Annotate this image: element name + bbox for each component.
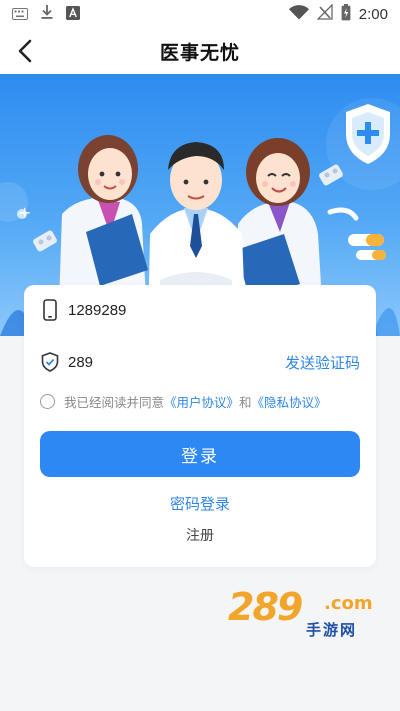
back-button[interactable] <box>8 34 42 68</box>
watermark-main: 289 <box>228 585 303 629</box>
agreement-row: 我已经阅读并同意《用户协议》和《隐私协议》 <box>40 391 360 411</box>
status-time: 2:00 <box>358 5 388 23</box>
battery-charging-icon <box>341 3 351 25</box>
agreement-text: 我已经阅读并同意《用户协议》和《隐私协议》 <box>64 392 327 411</box>
chevron-left-icon <box>18 39 32 63</box>
user-agreement-link[interactable]: 《用户协议》 <box>164 395 239 410</box>
agreement-radio[interactable] <box>40 393 55 409</box>
svg-text:+: + <box>18 203 31 222</box>
watermark-domain: .com <box>324 593 373 614</box>
status-right-icons: 2:00 <box>288 3 388 25</box>
send-code-button[interactable]: 发送验证码 <box>285 352 360 373</box>
agreement-prefix: 我已经阅读并同意 <box>64 394 165 410</box>
code-field-row: 发送验证码 <box>40 349 360 375</box>
no-signal-icon <box>316 3 333 24</box>
login-button[interactable]: 登录 <box>40 431 360 477</box>
capsule-icon <box>327 207 386 260</box>
phone-field-row <box>40 297 360 323</box>
privacy-policy-link[interactable]: 《隐私协议》 <box>252 395 327 410</box>
page-title: 医事无忧 <box>159 41 240 64</box>
font-a-icon <box>66 5 80 24</box>
download-icon <box>40 4 54 24</box>
watermark-logo: 289 .com 手游网 <box>228 585 378 645</box>
wifi-icon <box>288 4 309 24</box>
login-card: 发送验证码 我已经阅读并同意《用户协议》和《隐私协议》 登录 密码登录 注册 <box>24 285 376 567</box>
status-left-icons <box>12 4 80 24</box>
register-link[interactable]: 注册 <box>24 525 376 545</box>
status-bar: 2:00 <box>0 0 400 28</box>
password-login-link[interactable]: 密码登录 <box>24 493 376 514</box>
app-bar: 医事无忧 <box>0 28 400 74</box>
verification-code-input[interactable] <box>68 353 248 371</box>
shield-check-icon <box>40 350 60 374</box>
agreement-connector: 和 <box>239 394 252 410</box>
watermark-sub: 手游网 <box>306 621 358 639</box>
phone-input[interactable] <box>68 301 248 319</box>
phone-icon <box>40 298 60 322</box>
keyboard-icon <box>12 5 28 24</box>
